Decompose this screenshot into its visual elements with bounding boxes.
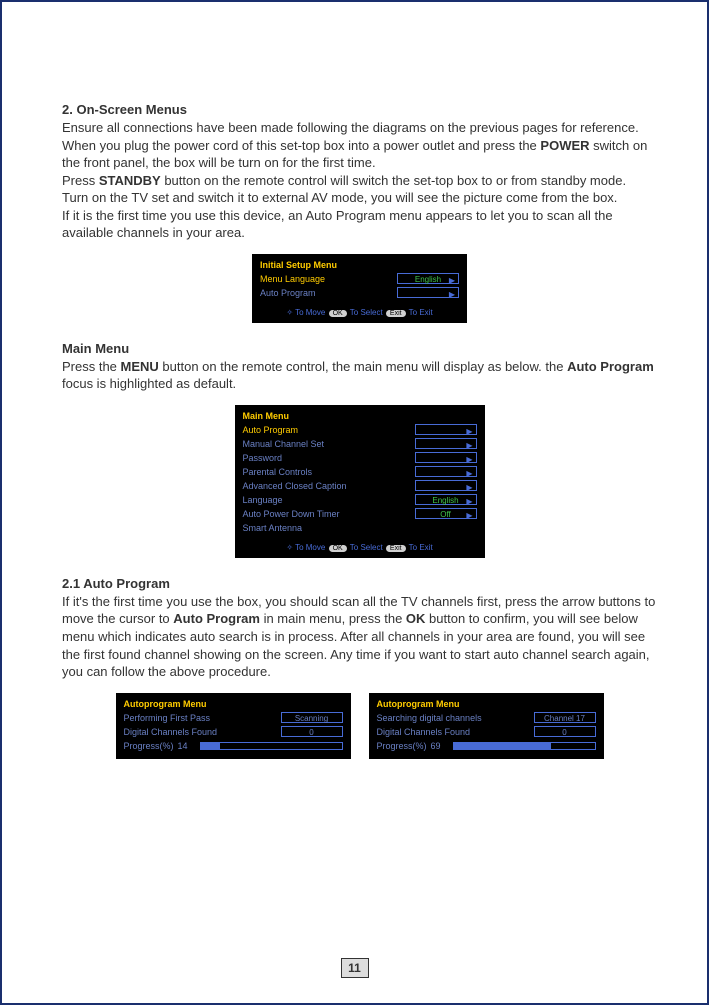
osd1-row-language: Menu Language English ▶ xyxy=(260,272,459,286)
progress-bar xyxy=(200,742,343,750)
p1b-pre: When you plug the power cord of this set… xyxy=(62,138,540,153)
auto-word2: Auto Program xyxy=(173,611,260,626)
arrow-right-icon: ▶ xyxy=(466,468,472,479)
arrow-right-icon: ▶ xyxy=(449,275,455,286)
osd3-r1v: Scanning xyxy=(281,712,343,723)
osd1-r1-val-text: English xyxy=(415,275,441,284)
osd2-item0: Auto Program xyxy=(243,425,415,435)
p1c-post: button on the remote control will switch… xyxy=(161,173,626,188)
osd3-r3v: 14 xyxy=(178,741,200,751)
p1e: If it is the first time you use this dev… xyxy=(62,208,613,241)
mainmenu-body: Press the MENU button on the remote cont… xyxy=(62,358,657,393)
nav-move-icon: ✧ xyxy=(286,308,293,317)
menu-word: MENU xyxy=(121,359,159,374)
arrow-right-icon: ▶ xyxy=(466,496,472,507)
osd-autoprogram-left: Autoprogram Menu Performing First PassSc… xyxy=(116,693,351,759)
arrow-right-icon: ▶ xyxy=(449,289,455,300)
exit-pill: Exit xyxy=(386,310,406,317)
osd1-row-autoprogram: Auto Program ▶ xyxy=(260,286,459,300)
p1d: Turn on the TV set and switch it to exte… xyxy=(62,190,617,205)
osd4-r2: Digital Channels Found xyxy=(377,727,534,737)
osd-autoprogram-right: Autoprogram Menu Searching digital chann… xyxy=(369,693,604,759)
osd3-r2: Digital Channels Found xyxy=(124,727,281,737)
osd4-r3v: 69 xyxy=(431,741,453,751)
s21-mid: in main menu, press the xyxy=(260,611,406,626)
osd3-title: Autoprogram Menu xyxy=(124,699,343,709)
osd2-item7: Smart Antenna xyxy=(243,523,477,533)
osd3-r3: Progress(%) xyxy=(124,741,174,751)
arrow-right-icon: ▶ xyxy=(466,440,472,451)
osd3-r2v: 0 xyxy=(281,726,343,737)
progress-fill xyxy=(201,743,221,749)
mainmenu-head: Main Menu xyxy=(62,341,657,356)
arrow-right-icon: ▶ xyxy=(466,426,472,437)
osd2-v4: ▶ xyxy=(415,480,477,491)
osd1-r1-val: English ▶ xyxy=(397,273,459,284)
osd2-item2: Password xyxy=(243,453,415,463)
osd4-r1v: Channel 17 xyxy=(534,712,596,723)
progress-bar2 xyxy=(453,742,596,750)
osd2-item3: Parental Controls xyxy=(243,467,415,477)
osd2-v5: English ▶ xyxy=(415,494,477,505)
to-move: To Move xyxy=(295,308,325,317)
to-exit2: To Exit xyxy=(409,543,433,552)
sec21-body: If it's the first time you use the box, … xyxy=(62,593,657,681)
osd3-progress: Progress(%) 14 xyxy=(124,739,343,753)
osd2-item6: Auto Power Down Timer xyxy=(243,509,415,519)
osd2-v0: ▶ xyxy=(415,424,477,435)
osd2-v5-text: English xyxy=(432,496,458,505)
osd1-footer: ✧ To Move OK To Select Exit To Exit xyxy=(260,308,459,317)
osd-initial-setup: Initial Setup Menu Menu Language English… xyxy=(252,254,467,323)
osd2-v6-text: Off xyxy=(440,510,451,519)
osd4-r3: Progress(%) xyxy=(377,741,427,751)
p1c-pre: Press xyxy=(62,173,99,188)
ok-word: OK xyxy=(406,611,426,626)
osd1-r2-val: ▶ xyxy=(397,287,459,298)
osd1-title: Initial Setup Menu xyxy=(260,260,459,270)
arrow-right-icon: ▶ xyxy=(466,454,472,465)
to-select: To Select xyxy=(350,308,383,317)
osd2-v1: ▶ xyxy=(415,438,477,449)
osd-main-menu: Main Menu Auto Program ▶ Manual Channel S… xyxy=(235,405,485,558)
osd3-r1: Performing First Pass xyxy=(124,713,281,723)
mm-post: focus is highlighted as default. xyxy=(62,376,236,391)
osd2-item5: Language xyxy=(243,495,415,505)
osd2-v2: ▶ xyxy=(415,452,477,463)
page-number: 11 xyxy=(341,958,369,978)
arrow-right-icon: ▶ xyxy=(466,510,472,521)
osd2-item1: Manual Channel Set xyxy=(243,439,415,449)
sec21-head: 2.1 Auto Program xyxy=(62,576,657,591)
osd1-r1-label: Menu Language xyxy=(260,274,397,284)
sec2-body: Ensure all connections have been made fo… xyxy=(62,119,657,242)
power-word: POWER xyxy=(540,138,589,153)
to-exit: To Exit xyxy=(409,308,433,317)
progress-fill2 xyxy=(454,743,551,749)
osd2-v6: Off ▶ xyxy=(415,508,477,519)
osd4-title: Autoprogram Menu xyxy=(377,699,596,709)
to-move2: To Move xyxy=(295,543,325,552)
sec2-head: 2. On-Screen Menus xyxy=(62,102,657,117)
to-select2: To Select xyxy=(350,543,383,552)
osd1-r2-label: Auto Program xyxy=(260,288,397,298)
osd2-v3: ▶ xyxy=(415,466,477,477)
ok-pill: OK xyxy=(329,310,347,317)
exit-pill2: Exit xyxy=(386,545,406,552)
ok-pill2: OK xyxy=(329,545,347,552)
auto-word: Auto Program xyxy=(567,359,654,374)
mm-mid: button on the remote control, the main m… xyxy=(159,359,567,374)
osd2-footer: ✧ To Move OK To Select Exit To Exit xyxy=(243,543,477,552)
standby-word: STANDBY xyxy=(99,173,161,188)
mm-pre: Press the xyxy=(62,359,121,374)
osd4-progress: Progress(%) 69 xyxy=(377,739,596,753)
osd2-title: Main Menu xyxy=(243,411,477,421)
p1a: Ensure all connections have been made fo… xyxy=(62,120,639,135)
osd2-item4: Advanced Closed Caption xyxy=(243,481,415,491)
osd4-r1: Searching digital channels xyxy=(377,713,534,723)
arrow-right-icon: ▶ xyxy=(466,482,472,493)
osd4-r2v: 0 xyxy=(534,726,596,737)
nav-move-icon: ✧ xyxy=(286,543,293,552)
